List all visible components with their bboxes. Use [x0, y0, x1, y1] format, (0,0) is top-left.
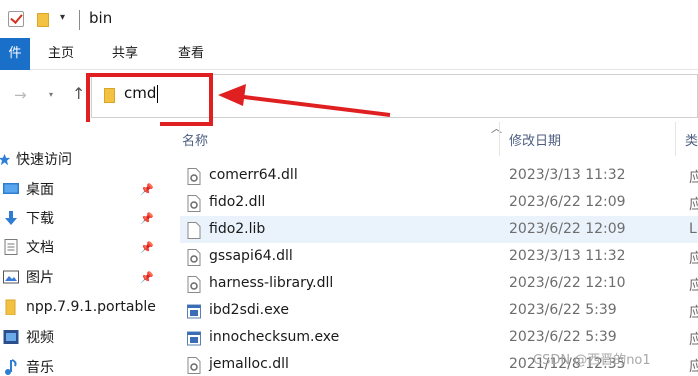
file-icon — [187, 222, 201, 239]
dll-file-icon — [187, 276, 201, 293]
column-header-date[interactable]: 修改日期 — [509, 130, 561, 149]
column-header-type[interactable]: 类 — [685, 130, 698, 149]
file-name: harness-library.dll — [209, 275, 334, 291]
quick-access-dropdown-icon[interactable]: ▾ — [60, 12, 65, 23]
file-date: 2023/3/13 11:32 — [509, 167, 626, 183]
file-type: 应 — [689, 305, 698, 321]
file-type: 应 — [689, 197, 698, 213]
nav-item-label: 快速访问 — [16, 152, 72, 168]
file-row[interactable]: ibd2sdi.exe 2023/6/22 5:39 应 — [180, 298, 698, 325]
file-name: gssapi64.dll — [209, 248, 293, 264]
tab-share[interactable]: 共享 — [112, 38, 138, 70]
navigation-pane: 快速访问 桌面 📌 下载 📌 文档 📌 图片 📌 npp.7.9.1.porta… — [0, 122, 160, 376]
nav-item-label: 桌面 — [26, 182, 54, 198]
file-type: LI — [689, 221, 698, 237]
exe-file-icon — [187, 304, 201, 319]
file-date: 2023/6/22 5:39 — [509, 329, 617, 345]
file-date: 2023/6/22 12:09 — [509, 221, 626, 237]
title-separator — [79, 10, 80, 30]
file-name: jemalloc.dll — [209, 356, 289, 372]
star-icon — [0, 153, 11, 165]
sort-ascending-icon: ︿ — [491, 122, 502, 135]
file-row[interactable]: harness-library.dll 2023/6/22 12:10 应 — [180, 271, 698, 298]
file-name: fido2.dll — [209, 194, 266, 210]
nav-item-label: 音乐 — [26, 360, 54, 376]
nav-item-quick-access[interactable]: 快速访问 — [0, 144, 160, 174]
nav-item-downloads[interactable]: 下载 📌 — [0, 203, 160, 233]
file-date: 2023/6/22 12:10 — [509, 275, 626, 291]
up-arrow-icon[interactable]: ↑ — [72, 84, 85, 103]
desktop-icon — [3, 183, 19, 194]
download-icon — [5, 211, 17, 225]
nav-item-documents[interactable]: 文档 📌 — [0, 232, 160, 262]
nav-item-npp-folder[interactable]: npp.7.9.1.portable — [0, 292, 160, 322]
file-type: 应 — [689, 170, 698, 186]
nav-item-desktop[interactable]: 桌面 📌 — [0, 174, 160, 204]
file-date: 2023/3/13 11:32 — [509, 248, 626, 264]
picture-icon — [3, 270, 19, 284]
ribbon-tabs: 件 主页 共享 查看 — [0, 38, 698, 70]
nav-item-label: 视频 — [26, 330, 54, 346]
dll-file-icon — [187, 249, 201, 266]
tab-file[interactable]: 件 — [0, 38, 30, 70]
nav-item-videos[interactable]: 视频 — [0, 322, 160, 352]
tab-home[interactable]: 主页 — [48, 38, 74, 70]
highlight-box — [86, 73, 213, 126]
forward-arrow-icon[interactable]: → — [14, 86, 27, 104]
file-row[interactable]: innochecksum.exe 2023/6/22 5:39 应 — [180, 325, 698, 352]
file-name: ibd2sdi.exe — [209, 302, 289, 318]
properties-check-icon[interactable] — [8, 11, 24, 27]
file-name: comerr64.dll — [209, 167, 298, 183]
nav-item-label: 图片 — [26, 270, 54, 286]
nav-item-label: npp.7.9.1.portable — [26, 299, 156, 315]
nav-item-music[interactable]: 音乐 — [0, 352, 160, 376]
pin-icon[interactable]: 📌 — [140, 241, 154, 254]
file-name: fido2.lib — [209, 221, 266, 237]
column-divider[interactable] — [499, 122, 500, 156]
watermark: CSDN @西晋的no1 — [533, 353, 651, 368]
pin-icon[interactable]: 📌 — [140, 271, 154, 284]
file-name: innochecksum.exe — [209, 329, 340, 345]
video-icon — [3, 330, 19, 344]
pin-icon[interactable]: 📌 — [140, 183, 154, 196]
column-divider[interactable] — [675, 122, 676, 156]
music-icon — [5, 359, 17, 375]
recent-locations-icon[interactable]: ▾ — [49, 90, 53, 99]
file-row[interactable]: comerr64.dll 2023/3/13 11:32 应 — [180, 163, 698, 190]
file-type: 应 — [689, 251, 698, 267]
new-folder-icon[interactable] — [37, 13, 49, 27]
dll-file-icon — [187, 195, 201, 212]
file-date: 2023/6/22 12:09 — [509, 194, 626, 210]
file-type: 应 — [689, 359, 698, 375]
exe-file-icon — [187, 331, 201, 346]
dll-file-icon — [187, 357, 201, 374]
file-row[interactable]: gssapi64.dll 2023/3/13 11:32 应 — [180, 244, 698, 271]
file-row[interactable]: fido2.dll 2023/6/22 12:09 应 — [180, 190, 698, 217]
nav-item-pictures[interactable]: 图片 📌 — [0, 262, 160, 292]
file-type: 应 — [689, 332, 698, 348]
file-type: 应 — [689, 278, 698, 294]
dll-file-icon — [187, 168, 201, 185]
pin-icon[interactable]: 📌 — [140, 212, 154, 225]
document-icon — [4, 239, 18, 255]
file-row-selected[interactable]: fido2.lib 2023/6/22 12:09 LI — [180, 216, 698, 243]
window-title: bin — [89, 9, 113, 27]
title-bar: ▾ bin — [0, 0, 698, 38]
tab-view[interactable]: 查看 — [178, 38, 204, 70]
nav-item-label: 下载 — [26, 211, 54, 227]
column-headers: ︿ 名称 修改日期 类 — [160, 122, 698, 156]
column-header-name[interactable]: 名称 — [182, 130, 208, 149]
file-date: 2023/6/22 5:39 — [509, 302, 617, 318]
nav-item-label: 文档 — [26, 240, 54, 256]
folder-icon — [5, 299, 16, 315]
